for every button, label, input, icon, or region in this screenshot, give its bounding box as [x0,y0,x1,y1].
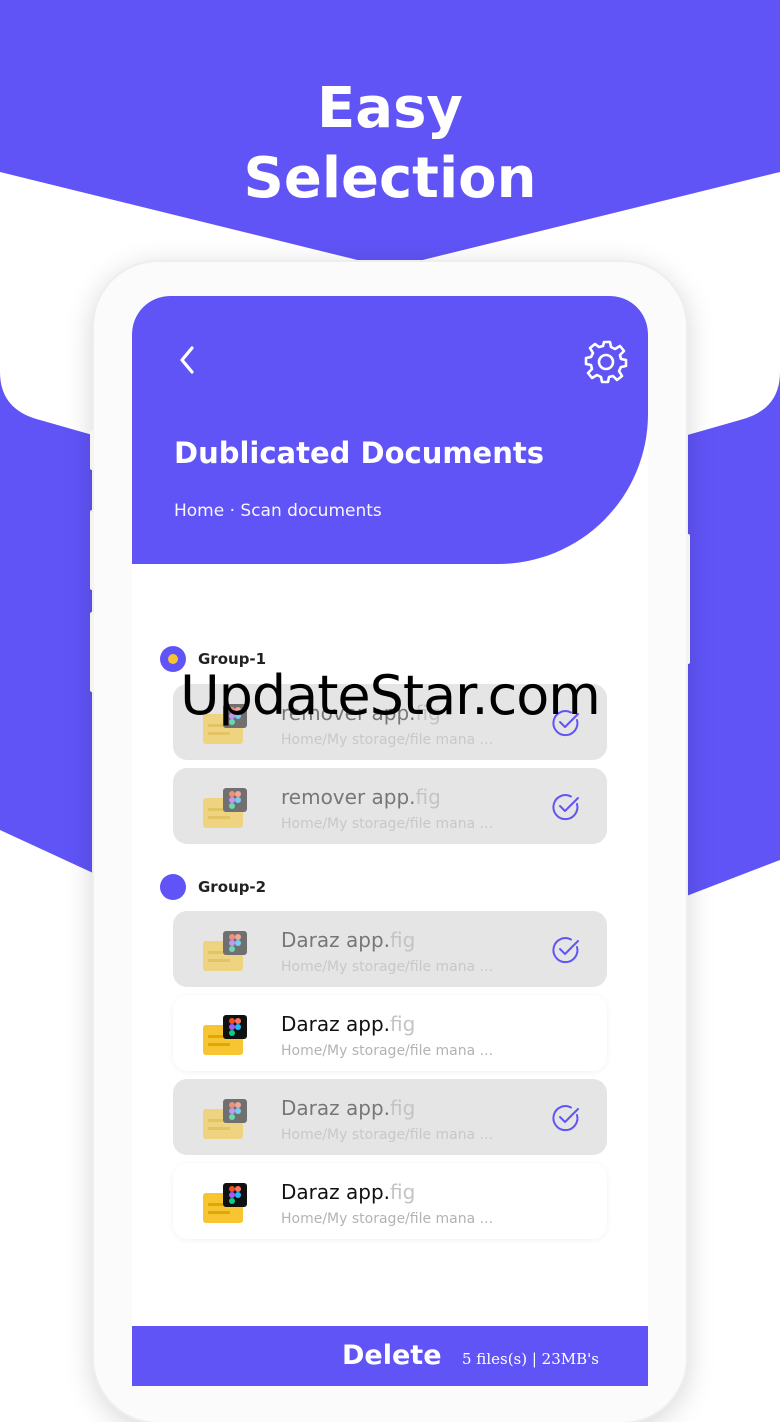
group-radio[interactable] [160,874,186,900]
gear-icon [584,340,628,384]
phone-side-button [90,430,94,470]
back-button[interactable] [172,340,202,380]
file-name: Daraz app.fig [281,1096,416,1120]
page-title: Dublicated Documents [174,436,544,470]
phone-power-button [686,534,690,664]
file-path: Home/My storage/file mana ... [281,732,494,748]
file-name: Daraz app.fig [281,1012,416,1036]
file-row[interactable]: Daraz app.fig Home/My storage/file mana … [173,995,607,1071]
file-row[interactable]: remover app.fig Home/My storage/file man… [173,768,607,844]
figma-file-icon [203,1015,247,1055]
file-path: Home/My storage/file mana ... [281,816,494,832]
figma-file-icon [203,931,247,971]
file-name: Daraz app.fig [281,1180,416,1204]
figma-file-icon [203,788,247,828]
group-radio-fill [168,654,178,664]
app-screen: Dublicated Documents Home · Scan documen… [132,296,648,1386]
delete-button[interactable]: Delete 5 files(s) | 23MB's [132,1326,648,1386]
breadcrumb[interactable]: Home · Scan documents [174,501,382,521]
group-header[interactable]: Group-2 [160,874,266,900]
file-path: Home/My storage/file mana ... [281,1211,494,1227]
chevron-left-icon [180,346,194,374]
file-row[interactable]: Daraz app.fig Home/My storage/file mana … [173,1163,607,1239]
check-circle-icon[interactable] [551,1103,581,1133]
check-circle-icon[interactable] [551,935,581,965]
file-path: Home/My storage/file mana ... [281,1127,494,1143]
figma-file-icon [203,1099,247,1139]
file-name: Daraz app.fig [281,928,416,952]
file-row[interactable]: Daraz app.fig Home/My storage/file mana … [173,911,607,987]
promo-headline-line1: Easy [317,76,463,141]
settings-button[interactable] [582,338,630,386]
file-row[interactable]: Daraz app.fig Home/My storage/file mana … [173,1079,607,1155]
group-label: Group-2 [198,878,267,896]
check-circle-icon[interactable] [551,792,581,822]
phone-side-button [90,510,94,590]
watermark: UpdateStar.com [180,664,601,727]
file-name: remover app.fig [281,785,441,809]
app-header: Dublicated Documents Home · Scan documen… [132,296,648,564]
figma-file-icon [203,1183,247,1223]
file-path: Home/My storage/file mana ... [281,1043,494,1059]
file-path: Home/My storage/file mana ... [281,959,494,975]
selection-summary: 5 files(s) | 23MB's [462,1350,599,1368]
promo-headline-line2: Selection [243,146,537,211]
delete-label: Delete [342,1340,442,1371]
